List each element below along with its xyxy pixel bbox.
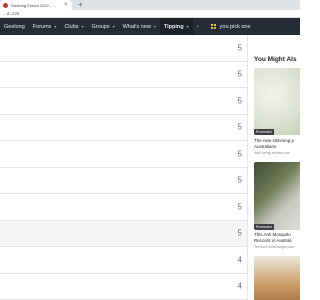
ad-image[interactable]: Promoted [254, 68, 300, 135]
nav-item-label: Forums [32, 23, 52, 30]
nav-item-clubs[interactable]: Clubs ▾ [60, 18, 87, 35]
nav-item-label: Groups [91, 23, 110, 30]
list-row[interactable]: 5 [0, 61, 247, 88]
ad-title-line1[interactable]: This Anti Mosquito [254, 232, 291, 238]
ad-source: TechnoTrendGadget.com [254, 244, 295, 249]
row-count: 5 [237, 96, 242, 106]
row-count: 4 [237, 255, 242, 265]
ad-title-line2[interactable]: Records in Australi [254, 238, 292, 244]
nav-item-groups[interactable]: Groups ▾ [88, 18, 119, 35]
nav-item-label: What's new [122, 23, 151, 30]
row-count: 5 [237, 69, 242, 79]
caret-down-icon[interactable]: ▾ [54, 24, 56, 29]
new-tab-icon[interactable]: + [78, 0, 83, 9]
nav-item-whats-new[interactable]: What's new ▾ [119, 18, 160, 35]
list-row[interactable]: 5 [0, 220, 247, 247]
promoted-badge: Promoted [254, 129, 274, 135]
nav-user-menu[interactable]: you pick one [207, 18, 255, 35]
nav-item-geelong[interactable]: Geelong [0, 18, 29, 35]
site-favicon-icon [3, 2, 8, 8]
list-row[interactable]: 5 [0, 88, 247, 115]
address-bar[interactable]: ...d=225 [0, 10, 300, 18]
browser-tab-strip: Geelong Forum 2022 - ... × + [0, 0, 300, 10]
nav-item-label: Geelong [4, 23, 25, 30]
list-row[interactable]: 4 [0, 273, 247, 300]
nav-scroll-right[interactable]: › [193, 18, 203, 35]
tab-close-icon[interactable]: × [64, 1, 68, 9]
row-count: 4 [237, 281, 242, 291]
row-count: 5 [237, 43, 242, 53]
tab-title: Geelong Forum 2022 - ... [11, 2, 56, 8]
list-row[interactable]: 4 [0, 247, 247, 274]
caret-down-icon[interactable]: ▾ [82, 24, 84, 29]
chevron-right-icon: › [196, 23, 199, 30]
address-url: ...d=225 [3, 11, 20, 16]
nav-item-label: Tipping [163, 23, 184, 30]
nav-item-tipping[interactable]: Tipping ▾ [159, 18, 193, 35]
browser-tab[interactable]: Geelong Forum 2022 - ... × [0, 0, 72, 10]
row-count: 5 [237, 149, 242, 159]
thread-list: 5 5 5 5 5 5 5 5 4 4 [0, 35, 247, 300]
nav-item-label: Clubs [64, 23, 79, 30]
sidebar-recommendations: You Might Als Promoted The new slimming … [248, 35, 300, 300]
list-row[interactable]: 5 [0, 35, 247, 62]
ad-source: Well being review.com [254, 150, 290, 155]
nav-user-label: you pick one [219, 23, 251, 30]
caret-down-icon[interactable]: ▾ [187, 24, 189, 29]
list-row[interactable]: 5 [0, 167, 247, 194]
nav-item-forums[interactable]: Forums ▾ [29, 18, 61, 35]
sidebar-title: You Might Als [254, 56, 297, 63]
row-count: 5 [237, 202, 242, 212]
promoted-badge: Promoted [254, 224, 274, 230]
row-count: 5 [237, 122, 242, 132]
caret-down-icon[interactable]: ▾ [113, 24, 115, 29]
forum-nav-bar: Geelong Forums ▾ Clubs ▾ Groups ▾ What's… [0, 18, 300, 35]
user-avatar-icon [210, 23, 217, 30]
ad-title-line1[interactable]: The new slimming p [254, 138, 294, 144]
row-count: 5 [237, 228, 242, 238]
list-row[interactable]: 5 [0, 114, 247, 141]
ad-title-line2[interactable]: Australians [254, 144, 276, 150]
ad-image[interactable] [254, 256, 300, 300]
row-count: 5 [237, 175, 242, 185]
caret-down-icon[interactable]: ▾ [154, 24, 156, 29]
list-row[interactable]: 5 [0, 194, 247, 221]
ad-image[interactable]: Promoted [254, 162, 300, 230]
list-row[interactable]: 5 [0, 141, 247, 168]
